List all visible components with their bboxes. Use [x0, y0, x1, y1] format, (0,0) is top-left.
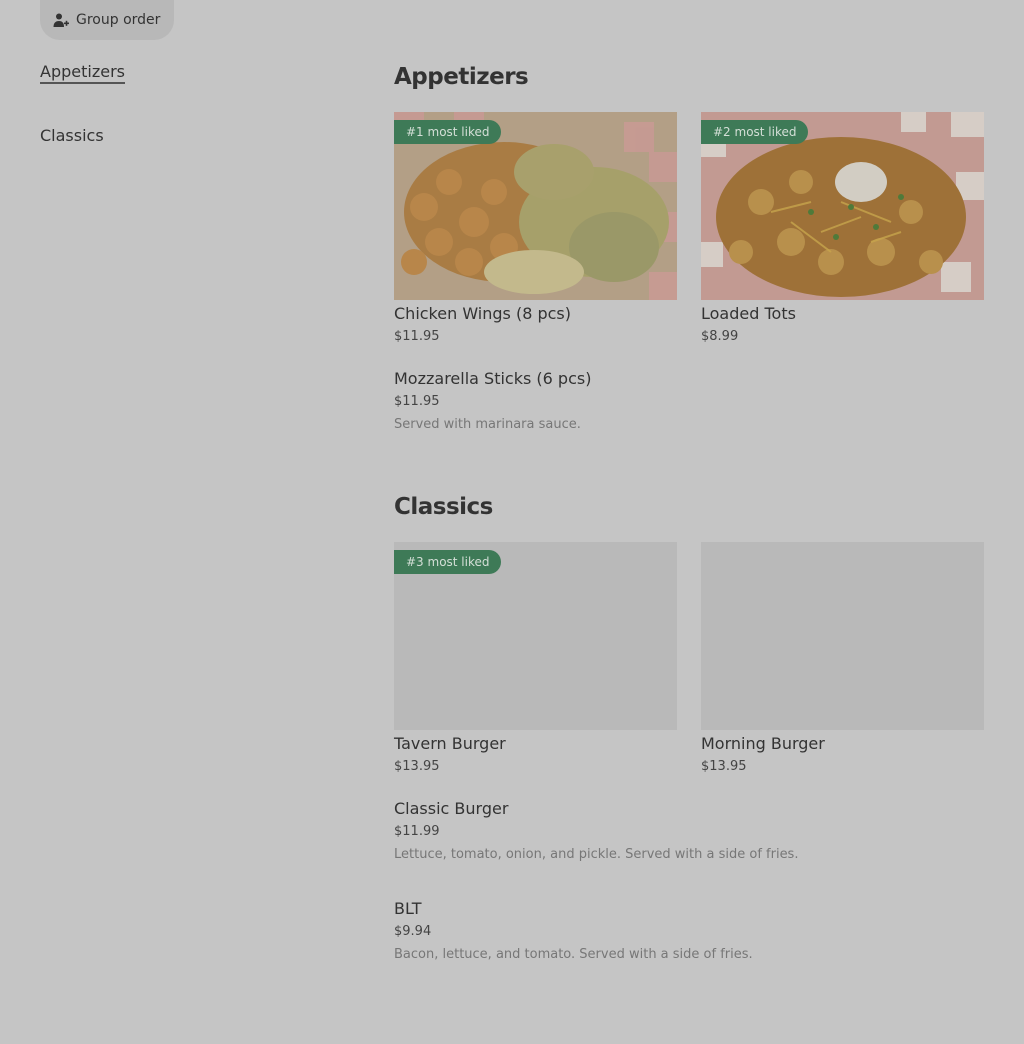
item-price: $11.99 — [394, 824, 440, 839]
item-name: Chicken Wings (8 pcs) — [394, 304, 571, 323]
item-price: $13.95 — [394, 759, 440, 774]
item-name: Mozzarella Sticks (6 pcs) — [394, 369, 592, 388]
food-photo-placeholder: #3 most liked — [394, 542, 677, 730]
item-price: $11.95 — [394, 394, 440, 409]
add-person-icon — [53, 13, 69, 27]
item-name: BLT — [394, 899, 422, 918]
item-name: Morning Burger — [701, 734, 825, 753]
most-liked-badge: #2 most liked — [701, 120, 808, 144]
item-name: Loaded Tots — [701, 304, 796, 323]
nav-item-classics[interactable]: Classics — [40, 126, 125, 145]
menu-card-chicken-wings[interactable]: #1 most liked Chicken Wings (8 pcs) $11.… — [394, 112, 677, 344]
section-title-appetizers: Appetizers — [394, 64, 529, 90]
nav-item-appetizers[interactable]: Appetizers — [40, 62, 125, 84]
item-description: Bacon, lettuce, and tomato. Served with … — [394, 947, 753, 962]
menu-card-tavern-burger[interactable]: #3 most liked Tavern Burger $13.95 — [394, 542, 677, 774]
menu-row-classic-burger[interactable]: Classic Burger $11.99 Lettuce, tomato, o… — [394, 799, 984, 862]
most-liked-badge: #3 most liked — [394, 550, 501, 574]
item-description: Lettuce, tomato, onion, and pickle. Serv… — [394, 847, 799, 862]
menu-card-loaded-tots[interactable]: #2 most liked Loaded Tots $8.99 — [701, 112, 984, 344]
category-nav: Appetizers Classics — [40, 62, 125, 167]
food-photo-placeholder — [701, 542, 984, 730]
item-price: $8.99 — [701, 329, 739, 344]
item-name: Classic Burger — [394, 799, 509, 818]
item-description: Served with marinara sauce. — [394, 417, 581, 432]
menu-row-mozzarella-sticks[interactable]: Mozzarella Sticks (6 pcs) $11.95 Served … — [394, 369, 984, 432]
menu-card-morning-burger[interactable]: Morning Burger $13.95 — [701, 542, 984, 774]
most-liked-badge: #1 most liked — [394, 120, 501, 144]
item-price: $13.95 — [701, 759, 747, 774]
food-photo: #2 most liked — [701, 112, 984, 300]
group-order-button[interactable]: Group order — [40, 0, 174, 40]
food-photo: #1 most liked — [394, 112, 677, 300]
item-price: $9.94 — [394, 924, 432, 939]
group-order-label: Group order — [76, 12, 161, 28]
item-price: $11.95 — [394, 329, 440, 344]
item-name: Tavern Burger — [394, 734, 506, 753]
section-title-classics: Classics — [394, 494, 493, 520]
menu-row-blt[interactable]: BLT $9.94 Bacon, lettuce, and tomato. Se… — [394, 899, 984, 962]
